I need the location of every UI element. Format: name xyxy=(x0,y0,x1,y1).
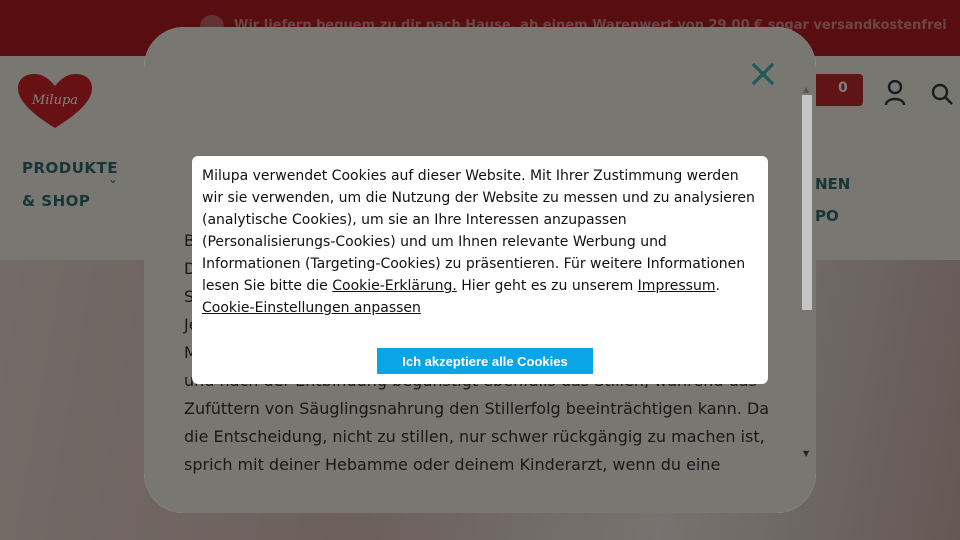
cookie-text-part2: Hier geht es zu unserem xyxy=(456,278,638,294)
cookie-statement-link[interactable]: Cookie-Erklärung. xyxy=(332,278,457,294)
cookie-text-part1: Milupa verwendet Cookies auf dieser Webs… xyxy=(202,168,755,294)
cookie-text-part3: . xyxy=(715,278,720,294)
scroll-down-arrow-icon[interactable]: ▼ xyxy=(803,449,809,458)
scroll-up-arrow-icon[interactable]: ▲ xyxy=(803,85,809,94)
scroll-thumb[interactable] xyxy=(802,95,812,310)
impressum-link[interactable]: Impressum xyxy=(638,278,716,294)
close-icon[interactable] xyxy=(750,61,776,87)
cookie-text: Milupa verwendet Cookies auf dieser Webs… xyxy=(202,165,758,319)
modal-scrollbar[interactable]: ▲ ▼ xyxy=(800,85,814,463)
cookie-settings-link[interactable]: Cookie-Einstellungen anpassen xyxy=(202,297,421,319)
cookie-consent-dialog: Milupa verwendet Cookies auf dieser Webs… xyxy=(192,156,768,384)
accept-all-cookies-button[interactable]: Ich akzeptiere alle Cookies xyxy=(377,348,593,374)
